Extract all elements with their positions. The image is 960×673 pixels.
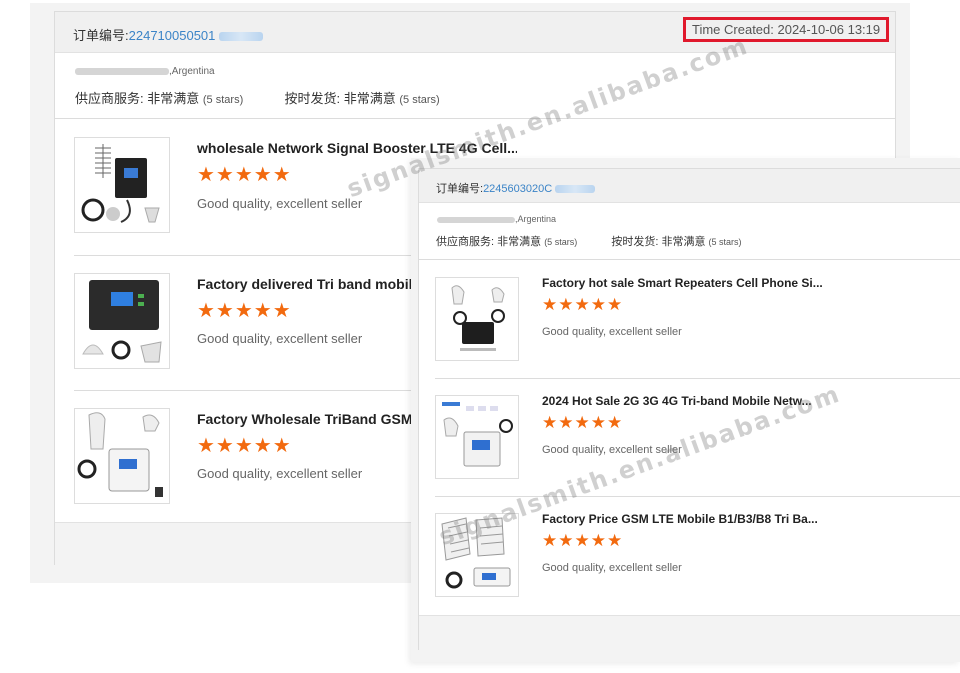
rating-stars: ★★★★★ (542, 295, 624, 314)
order-number-redaction (555, 185, 596, 194)
buyer-address: ,Argentina (437, 214, 556, 224)
rating-stars: ★★★★★ (542, 531, 624, 550)
review-text: Good quality, excellent seller (197, 331, 363, 346)
product-title[interactable]: Factory Wholesale TriBand GSM (197, 411, 412, 427)
order-number-redaction (219, 32, 264, 42)
seller-ratings: 供应商服务: 非常满意 (5 stars) 按时发货: 非常满意 (5 star… (436, 236, 742, 248)
product-title[interactable]: Factory Price GSM LTE Mobile B1/B3/B8 Tr… (542, 512, 842, 526)
order-card-2-header: 订单编号:2245603020C (419, 169, 960, 203)
triband-kit-icon (82, 280, 162, 363)
header-divider (55, 118, 895, 119)
product-image-2024-triband[interactable] (435, 395, 519, 479)
review-text: Good quality, excellent seller (197, 466, 363, 481)
order-number-label: 订单编号:224710050501 (73, 25, 264, 44)
product-title[interactable]: Factory delivered Tri band mobil (197, 276, 412, 292)
booster-kit-icon (81, 144, 160, 223)
order-number-label: 订单编号:2245603020C (436, 180, 596, 196)
product-image-booster[interactable] (74, 137, 170, 233)
triband-booster-icon (442, 402, 513, 467)
buyer-address: ,Argentina (75, 66, 215, 77)
review-text: Good quality, excellent seller (542, 326, 682, 338)
time-created-highlight: Time Created: 2024-10-06 13:19 (683, 17, 890, 42)
smart-repeater-icon (451, 285, 505, 351)
rating-stars: ★★★★★ (197, 435, 292, 457)
order-card-2-panel: 订单编号:2245603020C ,Argentina 供应商服务: 非常满意 … (418, 168, 960, 650)
order-card-2: 订单编号:2245603020C ,Argentina 供应商服务: 非常满意 … (411, 158, 960, 662)
order-card-1-header: 订单编号:224710050501 Time Created: 2024-10-… (55, 12, 895, 53)
order-number-link[interactable]: 2245603020C (483, 183, 552, 195)
address-redaction (437, 216, 515, 223)
gsm-kit-icon (77, 412, 163, 497)
product-image-smart-repeater[interactable] (435, 277, 519, 361)
rating-stars: ★★★★★ (542, 413, 624, 432)
review-text: Good quality, excellent seller (542, 562, 682, 574)
rating-stars: ★★★★★ (197, 164, 292, 186)
product-title[interactable]: Factory hot sale Smart Repeaters Cell Ph… (542, 276, 842, 290)
header-divider (419, 259, 960, 260)
seller-ratings: 供应商服务: 非常满意 (5 stars) 按时发货: 非常满意 (5 star… (75, 91, 440, 106)
review-text: Good quality, excellent seller (197, 196, 363, 211)
product-image-gsm[interactable] (74, 408, 170, 504)
rating-stars: ★★★★★ (197, 300, 292, 322)
item-divider (435, 378, 960, 379)
address-redaction (75, 67, 169, 75)
order-card-2-footer (419, 615, 960, 650)
product-image-triband[interactable] (74, 273, 170, 369)
order-number-link[interactable]: 224710050501 (129, 28, 216, 43)
